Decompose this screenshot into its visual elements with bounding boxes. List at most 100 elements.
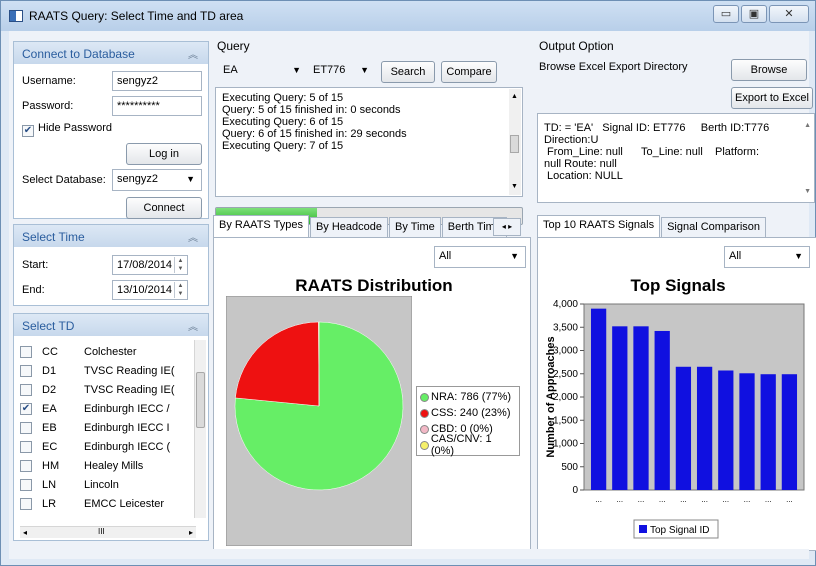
td-checkbox[interactable] [20, 459, 32, 472]
bar-10 [781, 374, 798, 490]
title-bar[interactable]: RAATS Query: Select Time and TD area ▭ ▣… [1, 1, 815, 31]
app-icon [9, 10, 23, 22]
td-list-item[interactable]: LN Lincoln [20, 475, 204, 494]
scroll-right-icon[interactable]: ▸ [189, 528, 193, 537]
td-list-item[interactable]: CC Colchester [20, 342, 204, 361]
tab-right-1[interactable]: Signal Comparison [661, 217, 767, 237]
x-tick-label: ... [616, 495, 623, 504]
td-checkbox[interactable] [20, 440, 32, 453]
log-line: Query: 6 of 15 finished in: 29 seconds [222, 128, 407, 140]
signal-info-line: Direction:U [544, 134, 599, 146]
tab-left-0[interactable]: By RAATS Types [213, 215, 309, 237]
connect-button[interactable]: Connect [126, 197, 202, 219]
td-list-horizontal-scrollbar[interactable]: ◂ III ▸ [20, 526, 196, 538]
select-time-panel: Select Time ︽ Start: 17/08/2014 ▲ ▼ End: … [13, 224, 209, 306]
username-field[interactable]: sengyz2 [112, 71, 202, 91]
browse-button[interactable]: Browse [731, 59, 807, 81]
td-name: TVSC Reading IE( [84, 364, 175, 377]
dropdown-arrow-icon: ▼ [186, 174, 195, 184]
scroll-left-icon[interactable]: ◂ [23, 528, 27, 537]
scroll-up-icon[interactable]: ▲ [804, 120, 811, 132]
td-list-item[interactable]: EC Edinburgh IECC ( [20, 437, 204, 456]
pie-chart [226, 296, 412, 546]
query-log-lines: Executing Query: 5 of 15 Query: 5 of 15 f… [222, 92, 516, 152]
maximize-button[interactable]: ▣ [741, 5, 767, 23]
legend-swatch [639, 525, 647, 533]
td-code: EA [42, 402, 57, 415]
scroll-down-icon[interactable]: ▼ [804, 186, 811, 198]
spinner-arrows-icon[interactable]: ▲ ▼ [174, 257, 186, 273]
td-list-item[interactable]: EB Edinburgh IECC I [20, 418, 204, 437]
td-list-vertical-scrollbar[interactable] [194, 340, 206, 518]
bar-3 [633, 326, 649, 490]
bar-5 [675, 366, 692, 490]
minimize-button[interactable]: ▭ [713, 5, 739, 23]
query-log-scrollbar[interactable]: ▲ ▼ [509, 89, 521, 195]
td-select[interactable]: EA ▼ [219, 61, 307, 83]
td-checkbox[interactable]: ✔ [20, 402, 32, 415]
collapse-chevron-icon[interactable]: ︽ [188, 229, 198, 244]
connect-panel-title: Connect to Database [22, 47, 135, 61]
search-button[interactable]: Search [381, 61, 435, 83]
tab-left-1[interactable]: By Headcode [309, 217, 389, 237]
tab-right-0[interactable]: Top 10 RAATS Signals [537, 215, 661, 237]
hide-password-checkbox[interactable]: ✔ [22, 125, 34, 137]
td-list-item[interactable]: ✔ EA Edinburgh IECC / [20, 399, 204, 418]
td-list-item[interactable]: HM Healey Mills [20, 456, 204, 475]
signal-filter[interactable]: All ▼ [724, 246, 810, 268]
td-name: Colchester [84, 345, 137, 358]
connect-panel-header[interactable]: Connect to Database ︽ [14, 42, 208, 64]
right-tab-bar: Top 10 RAATS Signals Signal Comparison [537, 215, 767, 237]
dropdown-arrow-icon: ▼ [292, 65, 301, 75]
pie-chart-title: RAATS Distribution [295, 276, 453, 295]
scroll-down-icon[interactable]: ▼ [511, 181, 518, 193]
td-checkbox[interactable] [20, 345, 32, 358]
td-name: TVSC Reading IE( [84, 383, 175, 396]
scroll-up-icon[interactable]: ▲ [511, 91, 518, 103]
spinner-arrows-icon[interactable]: ▲ ▼ [174, 282, 186, 298]
td-list-item[interactable]: D1 TVSC Reading IE( [20, 361, 204, 380]
tab-left-2[interactable]: By Time [389, 217, 441, 237]
collapse-chevron-icon[interactable]: ︽ [188, 318, 198, 333]
export-excel-button[interactable]: Export to Excel [731, 87, 813, 109]
dropdown-arrow-icon: ▼ [510, 251, 519, 261]
td-checkbox[interactable] [20, 364, 32, 377]
hide-password-option[interactable]: ✔ Hide Password [22, 122, 112, 137]
raats-type-filter[interactable]: All ▼ [434, 246, 526, 268]
scrollbar-thumb[interactable] [510, 135, 519, 153]
query-log: Executing Query: 5 of 15 Query: 5 of 15 f… [215, 87, 523, 197]
td-name: Lincoln [84, 478, 119, 491]
td-name: Edinburgh IECC / [84, 402, 170, 415]
td-checkbox[interactable] [20, 497, 32, 510]
sidebar: Connect to Database ︽ Username: sengyz2 … [9, 31, 209, 549]
bar-1 [590, 308, 607, 490]
select-td-header[interactable]: Select TD ︽ [14, 314, 208, 336]
legend-swatch [420, 440, 429, 450]
status-strip [9, 549, 809, 559]
connect-panel: Connect to Database ︽ Username: sengyz2 … [13, 41, 209, 219]
select-time-header[interactable]: Select Time ︽ [14, 225, 208, 247]
close-button[interactable]: ✕ [769, 5, 809, 23]
tab-scroll-arrows-icon[interactable]: ◂ ▸ [493, 218, 521, 236]
scrollbar-thumb[interactable] [196, 372, 205, 428]
y-tick-label: 3,500 [553, 322, 578, 333]
end-date-spinner[interactable]: 13/10/2014 ▲ ▼ [112, 280, 188, 300]
td-code: LN [42, 478, 57, 491]
log-line: Query: 5 of 15 finished in: 0 seconds [222, 104, 401, 116]
td-checkbox[interactable] [20, 478, 32, 491]
start-date-spinner[interactable]: 17/08/2014 ▲ ▼ [112, 255, 188, 275]
td-checkbox[interactable] [20, 421, 32, 434]
database-select[interactable]: sengyz2 ▼ [112, 169, 202, 191]
database-select-value: sengyz2 [117, 173, 158, 185]
td-list-item[interactable]: D2 TVSC Reading IE( [20, 380, 204, 399]
log-line: Executing Query: 5 of 15 [222, 92, 344, 104]
compare-button[interactable]: Compare [441, 61, 497, 83]
td-list-item[interactable]: LR EMCC Leicester [20, 494, 204, 513]
login-button[interactable]: Log in [126, 143, 202, 165]
scroll-grip[interactable]: III [98, 527, 105, 536]
password-field[interactable]: ********** [112, 96, 202, 116]
legend-swatch [420, 392, 429, 402]
collapse-chevron-icon[interactable]: ︽ [188, 46, 198, 61]
signal-select[interactable]: ET776 ▼ [309, 61, 375, 83]
td-checkbox[interactable] [20, 383, 32, 396]
